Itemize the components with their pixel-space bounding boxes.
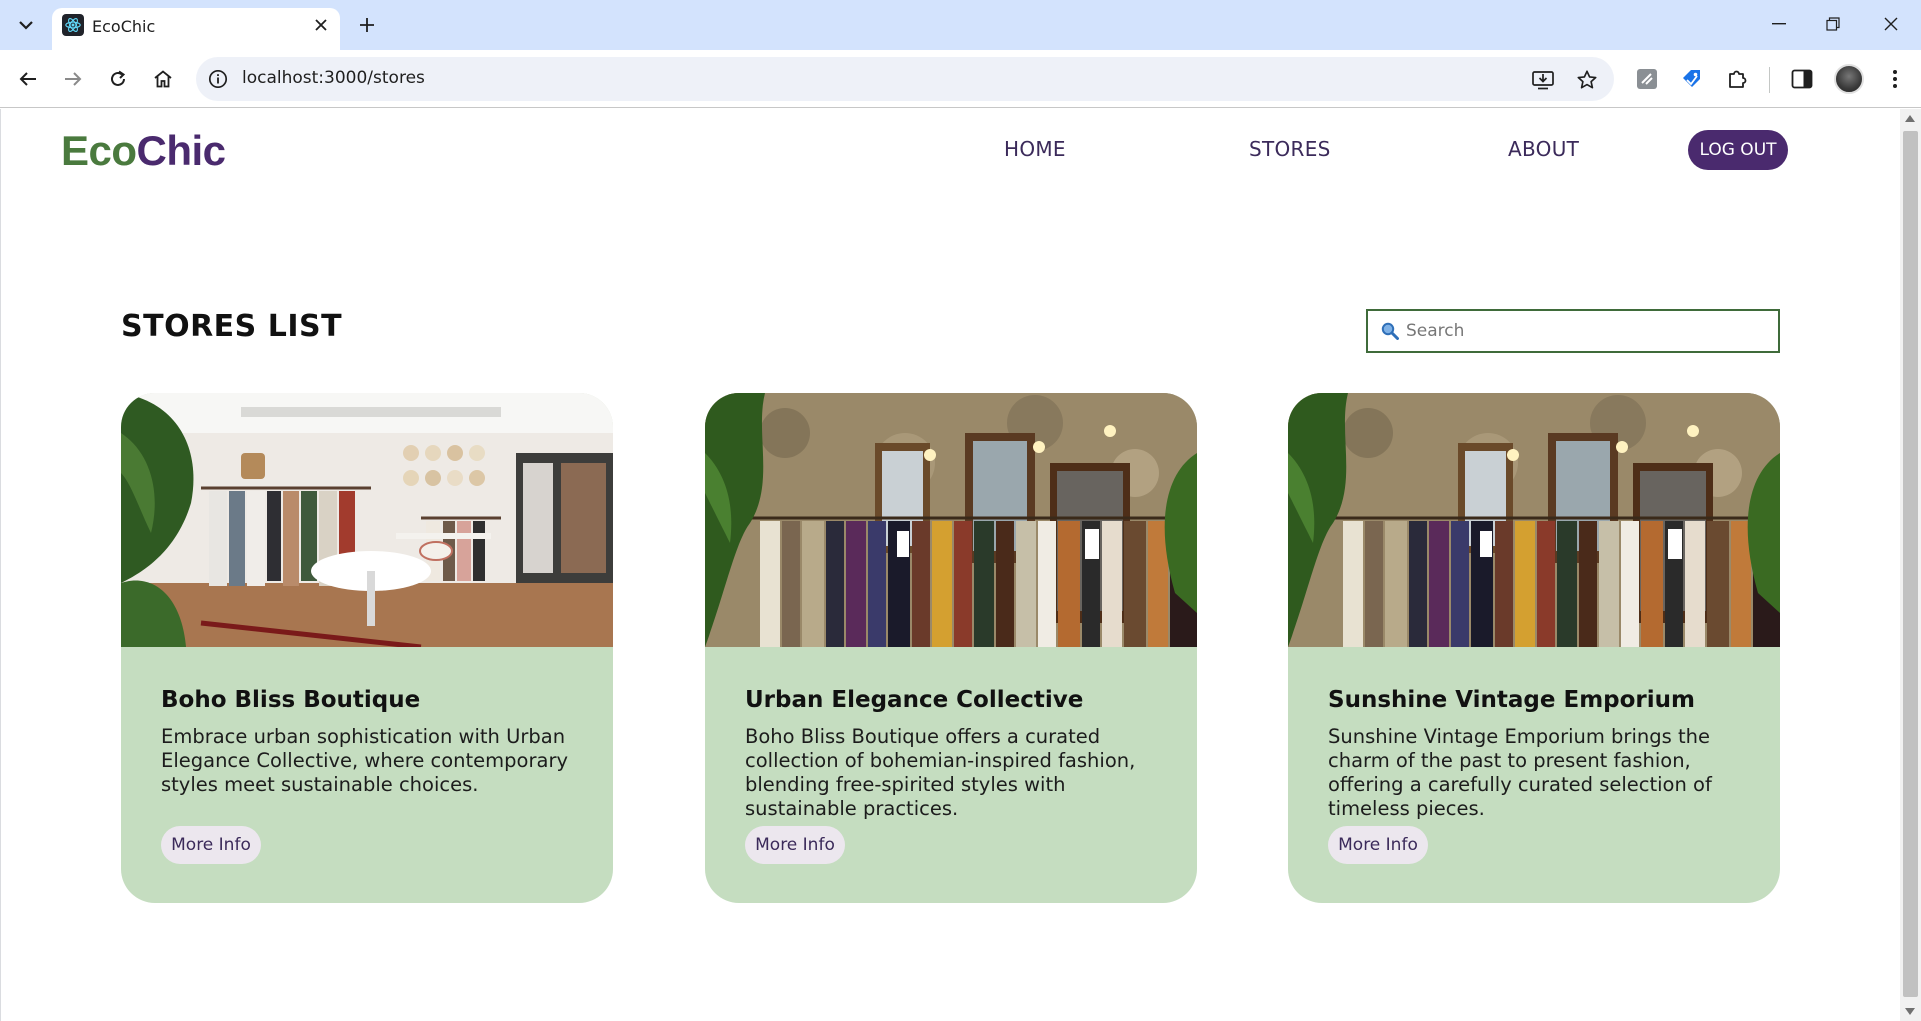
site-info-icon[interactable] [206, 67, 230, 91]
tab-search-button[interactable] [10, 10, 42, 40]
back-button[interactable] [10, 61, 46, 97]
tab-title: EcoChic [92, 17, 156, 36]
side-panel-button[interactable] [1787, 64, 1817, 94]
store-image-vintage-rack [705, 393, 1197, 647]
page-scrollbar[interactable] [1900, 109, 1921, 1021]
nav-home-link[interactable]: HOME [1004, 137, 1066, 161]
reload-button[interactable] [100, 61, 136, 97]
browser-tab-active[interactable]: EcoChic [52, 8, 340, 50]
more-info-button[interactable]: More Info [1328, 826, 1428, 864]
close-tab-icon[interactable] [308, 12, 334, 38]
plus-icon [360, 18, 374, 32]
install-app-icon[interactable] [1529, 66, 1557, 94]
more-info-button[interactable]: More Info [745, 826, 845, 864]
store-name: Urban Elegance Collective [745, 687, 1084, 713]
reload-icon [111, 70, 126, 86]
store-name: Sunshine Vintage Emporium [1328, 687, 1695, 713]
store-card: Urban Elegance Collective Boho Bliss Bou… [705, 393, 1197, 903]
store-description: Sunshine Vintage Emporium brings the cha… [1328, 725, 1712, 820]
nav-about-link[interactable]: ABOUT [1508, 137, 1579, 161]
logout-button[interactable]: LOG OUT [1688, 130, 1788, 170]
profile-avatar[interactable] [1834, 64, 1864, 94]
side-panel-icon [1791, 69, 1813, 89]
scrollbar-thumb[interactable] [1903, 131, 1918, 997]
kebab-menu-icon [1893, 70, 1897, 88]
chevron-down-icon [19, 21, 33, 30]
browser-tab-bar: EcoChic [0, 0, 1921, 50]
extensions-puzzle-icon[interactable] [1722, 64, 1752, 94]
minimize-button[interactable] [1752, 6, 1806, 42]
address-bar[interactable]: localhost:3000/stores [196, 57, 1614, 101]
url-text[interactable]: localhost:3000/stores [242, 68, 425, 88]
search-box[interactable] [1366, 309, 1780, 353]
logo-eco-text: Eco [61, 127, 137, 174]
store-description: Embrace urban sophistication with Urban … [161, 725, 569, 796]
store-card: Sunshine Vintage Emporium Sunshine Vinta… [1288, 393, 1780, 903]
search-input[interactable] [1406, 319, 1766, 343]
toolbar-divider [1769, 67, 1770, 93]
nav-stores-link[interactable]: STORES [1249, 137, 1331, 161]
extension-tag-icon[interactable] [1677, 64, 1707, 94]
restore-icon [1826, 17, 1840, 31]
browser-menu-button[interactable] [1880, 64, 1910, 94]
extension-notes-icon[interactable] [1632, 64, 1662, 94]
bookmark-star-icon[interactable] [1573, 66, 1601, 94]
page-title: STORES LIST [121, 309, 343, 344]
home-icon [154, 70, 172, 88]
arrow-right-icon [65, 72, 82, 86]
logo-chic-text: Chic [136, 127, 227, 174]
scroll-down-arrow-icon[interactable] [1905, 1008, 1915, 1015]
browser-toolbar: localhost:3000/stores [0, 50, 1921, 108]
store-description: Boho Bliss Boutique offers a curated col… [745, 725, 1136, 820]
home-button[interactable] [145, 61, 181, 97]
store-image-boutique [121, 393, 613, 647]
arrow-left-icon [19, 72, 36, 86]
store-name: Boho Bliss Boutique [161, 687, 421, 713]
minimize-icon [1772, 23, 1786, 25]
new-tab-button[interactable] [352, 10, 382, 40]
scroll-up-arrow-icon[interactable] [1905, 115, 1915, 122]
page-viewport: EcoChic HOME STORES ABOUT LOG OUT STORES… [0, 109, 1900, 1021]
site-logo[interactable]: EcoChic [61, 127, 226, 175]
react-logo-icon [62, 14, 84, 36]
store-card: Boho Bliss Boutique Embrace urban sophis… [121, 393, 613, 903]
search-icon [1381, 322, 1399, 340]
close-icon [1884, 17, 1898, 31]
forward-button[interactable] [55, 61, 91, 97]
restore-button[interactable] [1806, 6, 1860, 42]
store-image-vintage-rack [1288, 393, 1780, 647]
more-info-button[interactable]: More Info [161, 826, 261, 864]
close-window-button[interactable] [1864, 6, 1918, 42]
